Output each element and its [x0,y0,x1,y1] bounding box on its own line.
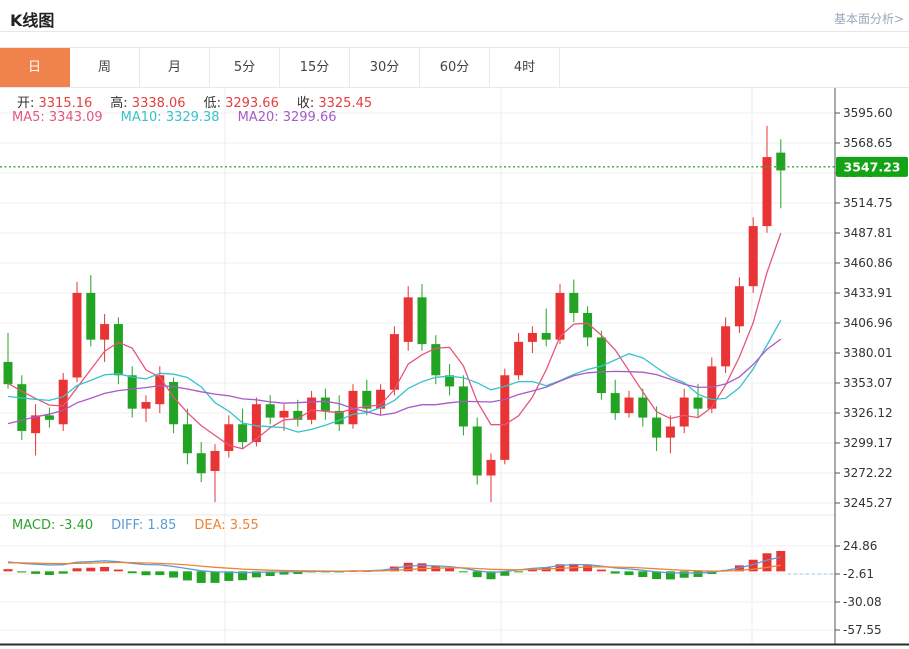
current-price-badge: 3547.23 [836,157,908,177]
interval-tabs: 日周月5分15分30分60分4时 [0,47,909,88]
interval-tab-15分[interactable]: 15分 [280,48,350,87]
price-axis: 3595.603568.653541.703514.753487.813460.… [0,88,909,645]
svg-text:3353.07: 3353.07 [843,376,893,390]
ohlc-row-close: 收: 3325.45 [297,96,372,111]
interval-tab-60分[interactable]: 60分 [420,48,490,87]
ma-row-ma20: MA20: 3299.66 [238,110,337,125]
interval-tab-周[interactable]: 周 [70,48,140,87]
svg-text:3547.23: 3547.23 [844,159,901,174]
macd-row-macd: MACD: -3.40 [12,518,93,533]
interval-tab-日[interactable]: 日 [0,48,70,87]
ohlc-row-open: 开: 3315.16 [17,96,92,111]
svg-text:3460.86: 3460.86 [843,256,893,270]
svg-text:3272.22: 3272.22 [843,466,893,480]
svg-text:-30.08: -30.08 [843,595,882,609]
svg-text:3568.65: 3568.65 [843,136,893,150]
ma-row-ma10: MA10: 3329.38 [121,110,220,125]
ohlc-row-high: 高: 3338.06 [110,96,185,111]
ma-info-row: MA5: 3343.09 MA10: 3329.38 MA20: 3299.66 [12,110,355,125]
svg-text:3299.17: 3299.17 [843,436,893,450]
svg-text:3245.27: 3245.27 [843,496,893,510]
ohlc-info-row: 开: 3315.16 高: 3338.06 低: 3293.66 收: 3325.45 [17,92,390,111]
page-title: K线图 [10,7,54,31]
macd-histogram [4,551,786,583]
interval-tab-4时[interactable]: 4时 [490,48,560,87]
macd-row-diff: DIFF: 1.85 [111,518,176,533]
kline-module: K线图 基本面分析> 日周月5分15分30分60分4时 3595.60 3568.… [0,0,909,649]
svg-text:3326.12: 3326.12 [843,406,893,420]
macd-row-dea: DEA: 3.55 [194,518,258,533]
interval-tab-30分[interactable]: 30分 [350,48,420,87]
ohlc-row-low: 低: 3293.66 [204,96,279,111]
interval-tab-5分[interactable]: 5分 [210,48,280,87]
macd-info-row: MACD: -3.40 DIFF: 1.85 DEA: 3.55 [12,518,277,533]
svg-text:3514.75: 3514.75 [843,196,893,210]
ma-row-ma5: MA5: 3343.09 [12,110,103,125]
fundamental-analysis-link[interactable]: 基本面分析> [834,10,904,27]
svg-text:3433.91: 3433.91 [843,286,893,300]
svg-text:-2.61: -2.61 [843,567,874,581]
kline-chart[interactable]: 3595.603568.653541.703514.753487.813460.… [0,88,909,649]
svg-text:3595.60: 3595.60 [843,106,893,120]
svg-text:-57.55: -57.55 [843,623,882,637]
svg-text:3380.01: 3380.01 [843,346,893,360]
svg-text:3487.81: 3487.81 [843,226,893,240]
svg-text:3406.96: 3406.96 [843,316,893,330]
svg-text:24.86: 24.86 [843,539,877,553]
interval-tab-月[interactable]: 月 [140,48,210,87]
header-divider [0,31,909,32]
candlesticks [4,126,786,502]
